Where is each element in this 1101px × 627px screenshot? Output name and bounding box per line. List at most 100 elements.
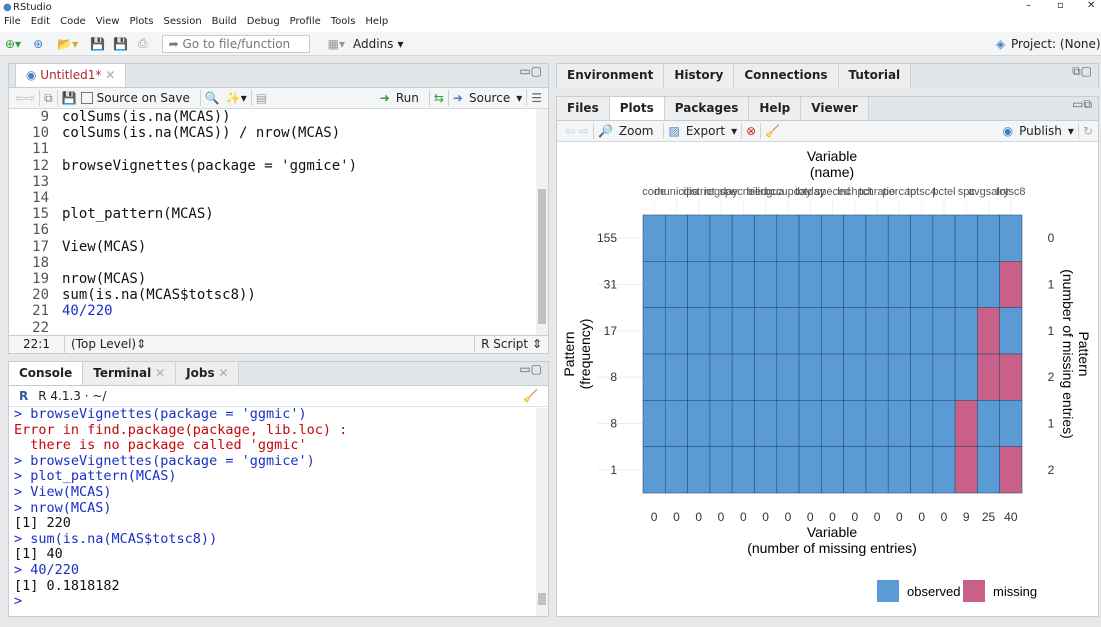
chevron-down-icon[interactable]: ▾	[516, 91, 522, 105]
cell-observed	[798, 353, 822, 401]
menu-view[interactable]: View	[96, 16, 120, 27]
legend-label-missing: missing	[993, 584, 1037, 599]
editor-scrollbar[interactable]	[536, 109, 548, 335]
back-forward-icon[interactable]: ⇦⇨	[15, 91, 35, 105]
new-project-icon[interactable]: ⊕	[33, 37, 43, 51]
tab-connections[interactable]: Connections	[734, 64, 839, 88]
tab-console[interactable]: Console	[9, 362, 84, 385]
open-file-icon[interactable]: 📂▾	[57, 37, 78, 51]
column-missing-label: 0	[896, 510, 903, 524]
tab-label: Console	[19, 366, 73, 380]
line-number: 15	[32, 206, 49, 223]
menu-build[interactable]: Build	[212, 16, 237, 27]
console-line: [1] 40	[14, 546, 63, 563]
tab-untitled1[interactable]: ◉ Untitled1* ✕	[15, 64, 127, 87]
grid-layout-icon[interactable]: ▦▾	[328, 37, 345, 51]
maximize-button[interactable]: ▫	[1057, 0, 1064, 11]
close-button[interactable]: ✕	[1087, 0, 1095, 11]
outline-icon[interactable]: ☰	[531, 91, 542, 105]
notebook-icon[interactable]: ▤	[256, 91, 267, 105]
show-in-window-icon[interactable]: ⧉	[44, 91, 53, 106]
menu-edit[interactable]: Edit	[31, 16, 50, 27]
export-button[interactable]: Export	[686, 124, 725, 138]
addins-menu[interactable]: Addins	[353, 37, 393, 51]
scope-selector[interactable]: (Top Level)	[71, 336, 136, 353]
clear-console-icon[interactable]: 🧹	[523, 389, 538, 403]
console-line: > nrow(MCAS)	[14, 499, 112, 516]
save-icon[interactable]: 💾	[62, 91, 77, 105]
tab-jobs[interactable]: Jobs ✕	[176, 362, 240, 385]
tab-viewer[interactable]: Viewer	[801, 97, 869, 120]
file-type-selector[interactable]: R Script ⇕	[474, 336, 548, 353]
cell-observed	[954, 307, 978, 355]
r-version: R 4.1.3 · ~/	[38, 389, 107, 403]
source-button[interactable]: Source	[469, 91, 510, 105]
tab-label: Tutorial	[848, 68, 901, 82]
zoom-button[interactable]: Zoom	[619, 124, 654, 138]
cell-observed	[687, 446, 711, 494]
line-number: 9	[40, 109, 49, 125]
menu-plots[interactable]: Plots	[129, 16, 153, 27]
tab-label: Help	[759, 101, 791, 115]
rerun-icon[interactable]: ⇆	[434, 91, 444, 105]
remove-plot-icon[interactable]: ⊗	[746, 124, 756, 138]
new-file-icon[interactable]: ⊕▾	[5, 37, 21, 51]
menu-code[interactable]: Code	[60, 16, 86, 27]
goto-file-input[interactable]: ➦ Go to file/function	[161, 34, 310, 53]
cell-observed	[932, 261, 956, 308]
maximize-pane-icon[interactable]: ▭▢	[519, 64, 542, 87]
refresh-icon[interactable]: ↻	[1083, 124, 1093, 138]
maximize-pane-icon[interactable]: ▭▢	[519, 362, 542, 385]
source-on-save-checkbox[interactable]	[80, 92, 93, 104]
console-scrollbar[interactable]	[536, 408, 548, 616]
tab-tutorial[interactable]: Tutorial	[838, 64, 912, 88]
console-line: [1] 220	[14, 515, 71, 532]
restore-pane-icon[interactable]: ▭⧉	[1072, 97, 1092, 120]
clear-plots-broom-icon[interactable]: 🧹	[765, 124, 780, 138]
run-button[interactable]: Run	[396, 91, 419, 105]
tab-help[interactable]: Help	[749, 97, 802, 120]
console-output[interactable]: > browseVignettes(package = 'ggmic') Erro…	[9, 407, 548, 615]
column-missing-label: 0	[807, 510, 814, 524]
column-missing-label: 40	[1004, 510, 1018, 524]
project-menu[interactable]: Project: (None)	[1011, 37, 1101, 51]
tab-plots[interactable]: Plots	[609, 97, 665, 120]
chevron-down-icon[interactable]: ▾	[1068, 124, 1074, 138]
tab-files[interactable]: Files	[557, 97, 610, 120]
tab-history[interactable]: History	[664, 64, 735, 88]
menu-debug[interactable]: Debug	[247, 16, 280, 27]
publish-button[interactable]: Publish	[1019, 124, 1062, 138]
search-icon[interactable]: 🔍	[205, 91, 220, 105]
close-tab-icon[interactable]: ✕	[101, 68, 115, 82]
print-icon[interactable]: ⎙	[138, 36, 148, 51]
cell-missing	[999, 261, 1023, 308]
menu-profile[interactable]: Profile	[290, 16, 321, 27]
row-frequency-label: 8	[610, 417, 617, 431]
magic-wand-icon[interactable]: ✨▾	[226, 91, 247, 105]
tab-terminal[interactable]: Terminal ✕	[83, 362, 177, 385]
cell-observed	[731, 446, 755, 494]
chart-title: Variable	[807, 148, 858, 164]
menu-help[interactable]: Help	[365, 16, 388, 27]
missing-pattern-plot: code0municipa0district0regday0specneed0b…	[561, 148, 1092, 602]
cell-observed	[731, 261, 755, 308]
tab-environment[interactable]: Environment	[557, 64, 665, 88]
editor-toolbar: ⇦⇨ ⧉ 💾 Source on Save 🔍 ✨▾ ▤ ➜ Run ⇆ ➜ Sou…	[9, 88, 548, 109]
restore-pane-icon[interactable]: ⧉▢	[1072, 64, 1092, 88]
tab-packages[interactable]: Packages	[664, 97, 750, 120]
save-all-icon[interactable]: 💾	[113, 37, 128, 51]
chevron-down-icon[interactable]: ▾	[731, 124, 737, 138]
close-tab-icon[interactable]: ✕	[151, 366, 165, 380]
column-missing-label: 0	[718, 510, 725, 524]
menu-file[interactable]: File	[4, 16, 21, 27]
row-nmissing-label: 0	[1048, 231, 1055, 245]
close-tab-icon[interactable]: ✕	[215, 366, 228, 380]
minimize-button[interactable]: –	[1026, 0, 1031, 11]
menu-tools[interactable]: Tools	[331, 16, 356, 27]
column-missing-label: 0	[874, 510, 881, 524]
title-bar: ● RStudio – ▫ ✕	[0, 0, 1101, 16]
menu-session[interactable]: Session	[164, 16, 202, 27]
code-editor[interactable]: 9 10 11 12 13 14 15 16 17 18 19 20 21 22 colSums(is.n…	[9, 109, 548, 336]
back-forward-icon[interactable]: ⇦ ⇨	[565, 124, 589, 138]
save-icon[interactable]: 💾	[90, 37, 105, 51]
